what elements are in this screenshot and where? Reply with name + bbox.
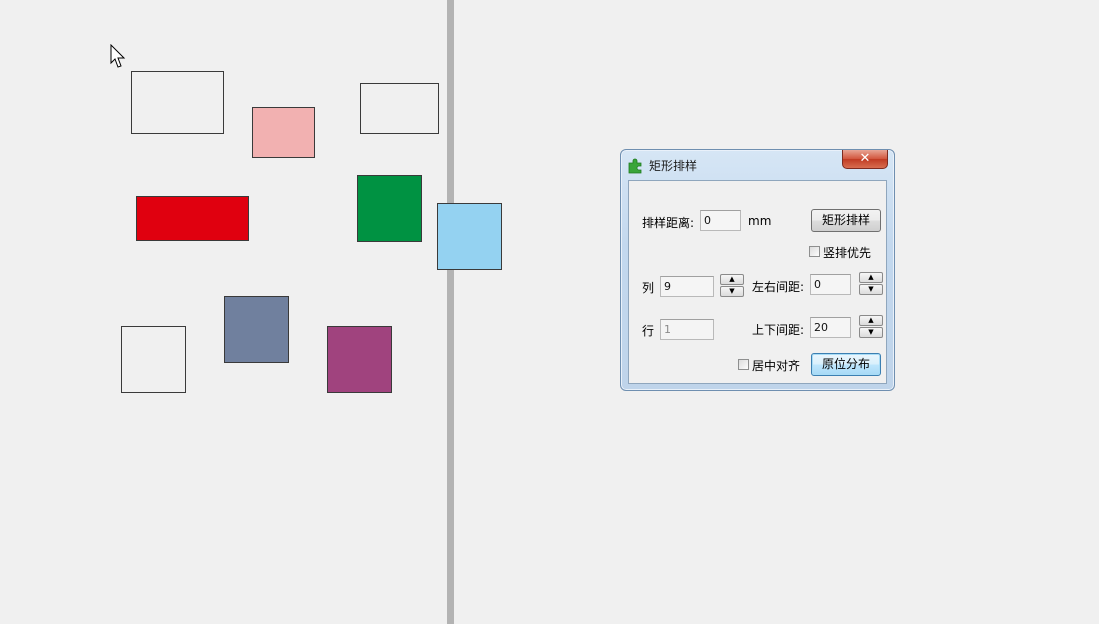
rect-slate-blue[interactable] [224,296,289,363]
columns-spinner[interactable]: ▲ ▼ [720,274,744,298]
rows-label: 行 [642,324,655,338]
rect-purple[interactable] [327,326,392,393]
spacing-label: 排样距离: [642,216,695,230]
dialog-title: 矩形排样 [649,159,698,173]
columns-up-button[interactable]: ▲ [720,274,744,285]
rect-outline-2[interactable] [360,83,439,134]
columns-down-button[interactable]: ▼ [720,286,744,297]
vertical-first-label: 竖排优先 [823,246,872,260]
v-gap-label: 上下间距: [752,323,805,337]
close-button[interactable]: ✕ [842,150,888,169]
dialog-client-area: 排样距离: 0 mm 矩形排样 竖排优先 列 9 ▲ ▼ 左右间距: 0 ▲ ▼… [628,180,887,384]
vertical-first-checkbox[interactable] [809,246,820,257]
center-align-checkbox[interactable] [738,359,749,370]
rect-red[interactable] [136,196,249,241]
rect-arrange-button[interactable]: 矩形排样 [811,209,881,232]
rect-light-blue[interactable] [437,203,502,270]
h-gap-up-button[interactable]: ▲ [859,272,883,283]
spacing-unit-label: mm [748,214,772,228]
h-gap-label: 左右间距: [752,280,805,294]
columns-label: 列 [642,281,655,295]
rect-outline-3[interactable] [121,326,186,393]
h-gap-input[interactable]: 0 [810,274,851,295]
v-gap-spinner[interactable]: ▲ ▼ [859,315,883,339]
rect-arrange-dialog[interactable]: 矩形排样 ✕ 排样距离: 0 mm 矩形排样 竖排优先 列 9 ▲ ▼ 左右间距… [620,149,895,391]
drawing-canvas[interactable] [0,0,1099,624]
dialog-titlebar[interactable]: 矩形排样 ✕ [621,150,894,178]
mouse-cursor-icon [110,44,126,68]
rect-outline-1[interactable] [131,71,224,134]
rows-input: 1 [660,319,714,340]
h-gap-down-button[interactable]: ▼ [859,284,883,295]
columns-input[interactable]: 9 [660,276,714,297]
v-gap-input[interactable]: 20 [810,317,851,338]
canvas-divider[interactable] [447,0,454,624]
v-gap-up-button[interactable]: ▲ [859,315,883,326]
spacing-input[interactable]: 0 [700,210,741,231]
rect-pink[interactable] [252,107,315,158]
puzzle-icon [628,158,642,174]
rect-green[interactable] [357,175,422,242]
h-gap-spinner[interactable]: ▲ ▼ [859,272,883,296]
center-align-label: 居中对齐 [752,359,801,373]
v-gap-down-button[interactable]: ▼ [859,327,883,338]
reset-position-button[interactable]: 原位分布 [811,353,881,376]
